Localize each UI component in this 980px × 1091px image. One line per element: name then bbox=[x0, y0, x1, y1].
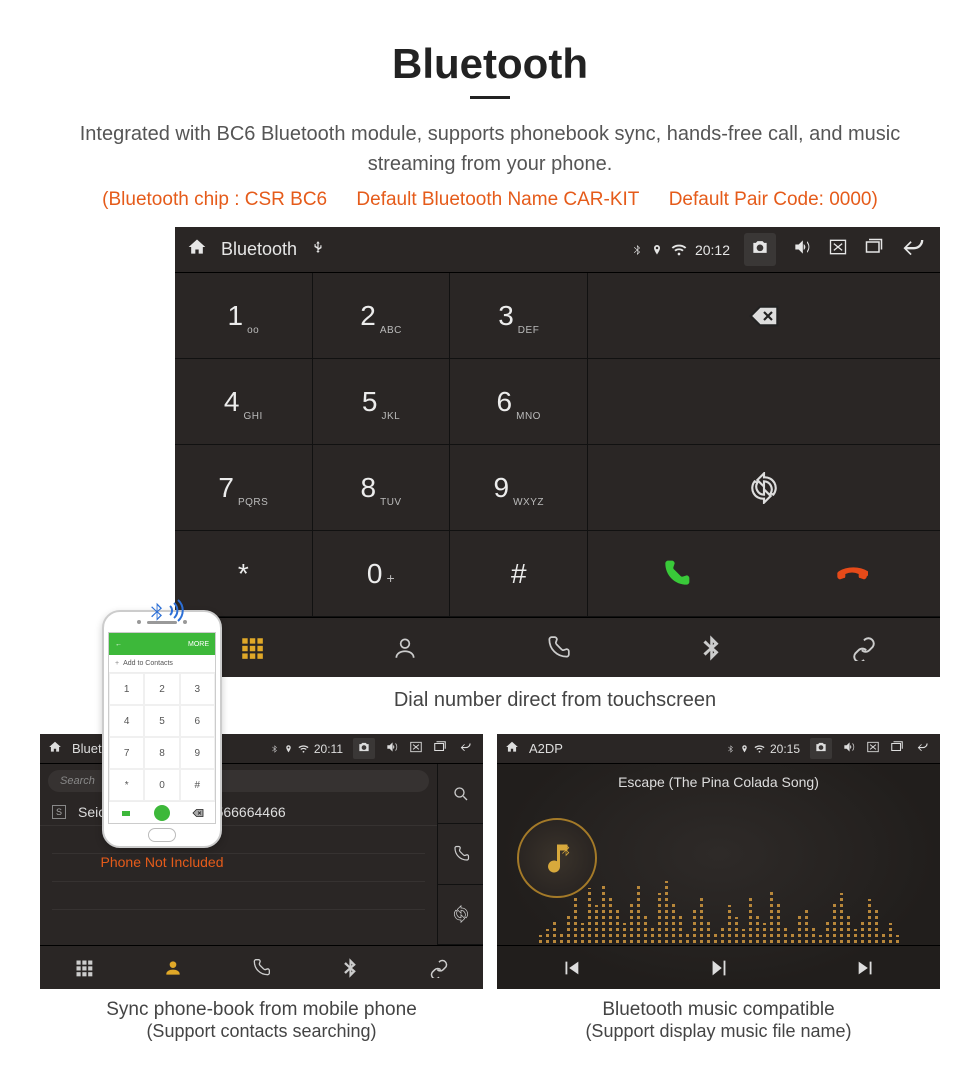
back-button[interactable] bbox=[457, 740, 475, 757]
location-icon bbox=[284, 742, 293, 756]
reconnect-button[interactable] bbox=[588, 445, 940, 531]
next-button[interactable] bbox=[792, 946, 940, 989]
bluetooth-icon bbox=[726, 742, 735, 756]
nav-keypad[interactable] bbox=[40, 946, 129, 989]
back-button[interactable] bbox=[914, 740, 932, 757]
home-icon[interactable] bbox=[48, 740, 62, 757]
status-bar: Bluetooth 20:12 bbox=[175, 227, 940, 273]
phone-not-included-label: Phone Not Included bbox=[92, 854, 232, 870]
dialer-screenshot: Bluetooth 20:12 1oo 2ABC bbox=[175, 227, 940, 677]
bluetooth-signal-icon bbox=[144, 592, 184, 632]
close-button[interactable] bbox=[828, 237, 848, 262]
backspace-button[interactable] bbox=[588, 273, 940, 359]
nav-bluetooth[interactable] bbox=[306, 946, 395, 989]
wifi-icon bbox=[671, 240, 687, 260]
multitask-button[interactable] bbox=[890, 740, 904, 757]
key-7[interactable]: 7PQRS bbox=[175, 445, 313, 531]
clock: 20:12 bbox=[695, 242, 730, 258]
visualizer bbox=[497, 873, 940, 943]
close-button[interactable] bbox=[409, 740, 423, 757]
nav-bluetooth[interactable] bbox=[634, 618, 787, 677]
song-title: Escape (The Pina Colada Song) bbox=[618, 774, 819, 790]
usb-icon bbox=[311, 240, 325, 259]
a2dp-caption-1: Bluetooth music compatible bbox=[602, 999, 834, 1020]
key-1[interactable]: 1oo bbox=[175, 273, 313, 359]
clock: 20:11 bbox=[314, 742, 343, 756]
spec-line: (Bluetooth chip : CSR BC6 Default Blueto… bbox=[40, 189, 940, 211]
key-8[interactable]: 8TUV bbox=[313, 445, 451, 531]
bluetooth-icon bbox=[631, 240, 643, 260]
clock: 20:15 bbox=[770, 742, 800, 756]
camera-button[interactable] bbox=[744, 233, 776, 266]
call-button[interactable] bbox=[588, 558, 764, 590]
wifi-icon bbox=[754, 742, 765, 756]
key-9[interactable]: 9WXYZ bbox=[450, 445, 587, 531]
nav-calls[interactable] bbox=[481, 618, 634, 677]
phone-mock-add-contacts: +Add to Contacts bbox=[109, 655, 215, 673]
volume-button[interactable] bbox=[385, 740, 399, 757]
camera-button[interactable] bbox=[810, 738, 832, 759]
prev-button[interactable] bbox=[497, 946, 645, 989]
contact-initial: S bbox=[52, 805, 66, 819]
key-6[interactable]: 6MNO bbox=[450, 359, 587, 445]
wifi-icon bbox=[298, 742, 309, 756]
spec-chip: (Bluetooth chip : CSR BC6 bbox=[102, 189, 327, 210]
home-icon[interactable] bbox=[187, 237, 207, 262]
hangup-button[interactable] bbox=[764, 558, 940, 590]
pb-call-button[interactable] bbox=[437, 824, 483, 884]
volume-button[interactable] bbox=[792, 237, 812, 262]
nav-pair[interactable] bbox=[394, 946, 483, 989]
screen-title: A2DP bbox=[529, 741, 563, 756]
pb-search-button[interactable] bbox=[437, 764, 483, 824]
close-button[interactable] bbox=[866, 740, 880, 757]
bottom-nav bbox=[175, 617, 940, 677]
phonebook-caption-1: Sync phone-book from mobile phone bbox=[106, 999, 417, 1020]
key-2[interactable]: 2ABC bbox=[313, 273, 451, 359]
spec-paircode: Default Pair Code: 0000) bbox=[669, 189, 878, 210]
location-icon bbox=[651, 240, 663, 260]
page-title: Bluetooth bbox=[40, 40, 940, 88]
location-icon bbox=[740, 742, 749, 756]
key-0[interactable]: 0+ bbox=[313, 531, 451, 617]
camera-button[interactable] bbox=[353, 738, 375, 759]
key-hash[interactable]: # bbox=[450, 531, 587, 617]
a2dp-caption-2: (Support display music file name) bbox=[585, 1021, 851, 1041]
key-3[interactable]: 3DEF bbox=[450, 273, 587, 359]
back-button[interactable] bbox=[900, 233, 928, 266]
play-pause-button[interactable] bbox=[645, 946, 793, 989]
key-5[interactable]: 5JKL bbox=[313, 359, 451, 445]
bluetooth-icon bbox=[270, 742, 279, 756]
pb-sync-button[interactable] bbox=[437, 885, 483, 945]
nav-contacts[interactable] bbox=[328, 618, 481, 677]
description-text: Integrated with BC6 Bluetooth module, su… bbox=[60, 119, 920, 179]
multitask-button[interactable] bbox=[433, 740, 447, 757]
nav-calls[interactable] bbox=[217, 946, 306, 989]
home-icon[interactable] bbox=[505, 740, 519, 757]
multitask-button[interactable] bbox=[864, 237, 884, 262]
volume-button[interactable] bbox=[842, 740, 856, 757]
nav-pair[interactable] bbox=[787, 618, 940, 677]
spec-btname: Default Bluetooth Name CAR-KIT bbox=[356, 189, 639, 210]
title-underline bbox=[470, 96, 510, 99]
phone-mock-keypad: 123 456 789 *0# bbox=[109, 673, 215, 801]
keypad: 1oo 2ABC 3DEF 4GHI 5JKL 6MNO 7PQRS 8TUV … bbox=[175, 273, 588, 617]
key-4[interactable]: 4GHI bbox=[175, 359, 313, 445]
nav-contacts[interactable] bbox=[129, 946, 218, 989]
screen-title: Bluetooth bbox=[221, 239, 297, 260]
phone-mock: ←MORE +Add to Contacts 123 456 789 *0# bbox=[92, 592, 232, 870]
phone-mock-topbar: ←MORE bbox=[109, 633, 215, 655]
a2dp-panel: A2DP 20:15 bbox=[497, 734, 940, 1043]
main-caption: Dial number direct from touchscreen bbox=[170, 689, 940, 712]
phonebook-caption-2: (Support contacts searching) bbox=[146, 1021, 376, 1041]
